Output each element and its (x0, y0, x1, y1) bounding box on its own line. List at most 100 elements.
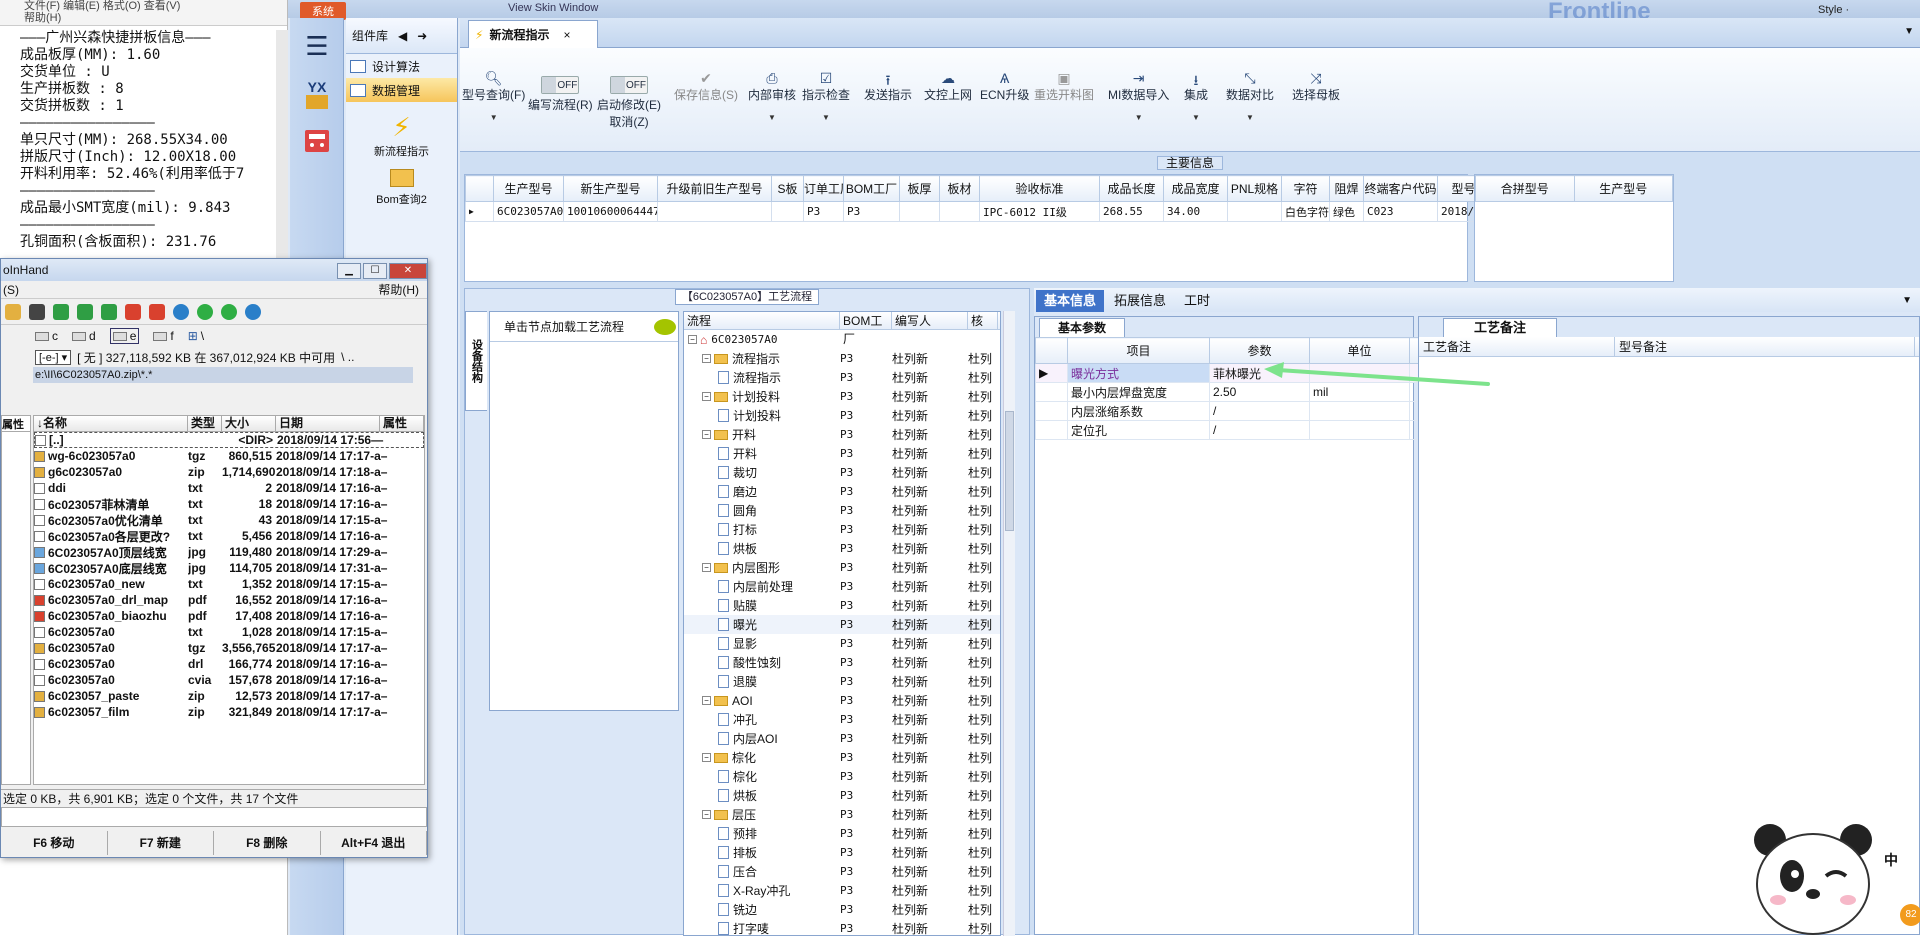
k-icon[interactable] (221, 303, 237, 320)
model-query-button[interactable]: 🔍︎ 型号查询(F) ▼ (462, 70, 525, 122)
browser-icon[interactable] (173, 303, 189, 320)
file-row[interactable]: 6c023057a0 drl 166,774 2018/09/14 17:16-a– (34, 656, 424, 672)
notepad-scrollbar[interactable] (276, 30, 288, 290)
col-header[interactable]: 订单工厂 (803, 175, 844, 202)
col-header[interactable]: 成品长度 (1099, 175, 1164, 202)
close-icon[interactable]: × (563, 28, 570, 42)
col-header[interactable]: 验收标准 (979, 175, 1100, 202)
grid-cell[interactable]: 268.55 (1099, 201, 1164, 222)
file-row[interactable]: 6c023057a0优化清单 txt 43 2018/09/14 17:15-a– (34, 512, 424, 528)
file-row[interactable]: wg-6c023057a0 tgz 860,515 2018/09/14 17:17-… (34, 448, 424, 464)
col-header[interactable]: 升级前旧生产型号 (657, 175, 772, 202)
tree-node[interactable]: 预排 P3 杜列新 杜列 (684, 824, 1000, 843)
tree-root[interactable]: − ⌂ 6C023057A0 (684, 330, 1000, 349)
close-button[interactable]: ✕ (389, 262, 427, 279)
tree-node[interactable]: − 计划投料 P3 杜列新 杜列 (684, 387, 1000, 406)
tree-node[interactable]: − 层压 P3 杜列新 杜列 (684, 805, 1000, 824)
start-modify-toggle[interactable]: OFF 启动修改(E) 取消(Z) (597, 76, 661, 130)
collapse-icon[interactable]: − (702, 392, 711, 401)
toggle-switch[interactable]: OFF (610, 76, 648, 94)
file-row[interactable]: [..] <DIR> 2018/09/14 17:56— (34, 432, 424, 448)
grid-cell[interactable]: 绿色 (1329, 201, 1364, 222)
tree-node[interactable]: 内层前处理 P3 杜列新 杜列 (684, 577, 1000, 596)
comp-item-algorithm[interactable]: 设计算法 (346, 54, 457, 78)
collapse-icon[interactable]: ◀ (398, 29, 407, 43)
tree-node[interactable]: 铣边 P3 杜列新 杜列 (684, 900, 1000, 919)
tree-scrollbar[interactable] (1003, 311, 1015, 936)
drive-d[interactable]: d (72, 329, 96, 343)
file-row[interactable]: g6c023057a0 zip 1,714,690 2018/09/14 17:18-… (34, 464, 424, 480)
grid-cell[interactable]: C023 (1363, 201, 1438, 222)
col-header[interactable]: 字符 (1281, 175, 1330, 202)
col-attr[interactable]: 属性 (380, 416, 424, 431)
ecn-upgrade-button[interactable]: Ѧ ECN升级 (980, 70, 1029, 103)
collapse-icon[interactable]: − (702, 696, 711, 705)
drive-network[interactable]: ⊞ \ (188, 329, 204, 343)
bom-query-button[interactable]: Bom查询2 (346, 169, 457, 207)
col-header[interactable]: 成品宽度 (1163, 175, 1228, 202)
col-header[interactable]: PNL规格 (1227, 175, 1282, 202)
title-menu[interactable]: View Skin Window (508, 2, 598, 14)
collapse-icon[interactable]: − (702, 563, 711, 572)
tree-node[interactable]: 打字唛 P3 杜列新 杜列 (684, 919, 1000, 935)
grid-cell[interactable] (899, 201, 940, 222)
left-pane[interactable]: 属性 (1, 415, 31, 785)
reselect-cutting-button[interactable]: ▣ 重选开料图 (1034, 70, 1094, 103)
minimize-button[interactable]: ▁ (337, 262, 361, 279)
col-header[interactable]: 阻焊 (1329, 175, 1364, 202)
file-row[interactable]: 6c023057a0 tgz 3,556,765 2018/09/14 17:17-a… (34, 640, 424, 656)
tab-new-flow[interactable]: ⚡ 新流程指示 × (468, 20, 598, 48)
tree-node[interactable]: 计划投料 P3 杜列新 杜列 (684, 406, 1000, 425)
tree-node[interactable]: 贴膜 P3 杜列新 杜列 (684, 596, 1000, 615)
collapse-icon[interactable]: − (702, 430, 711, 439)
tab-work-hours[interactable]: 工时 (1176, 290, 1218, 312)
file-row[interactable]: 6C023057A0顶层线宽 jpg 119,480 2018/09/14 17:29… (34, 544, 424, 560)
grid-cell[interactable]: 34.00 (1163, 201, 1228, 222)
binoculars-icon[interactable] (29, 303, 45, 320)
tree-node[interactable]: − AOI P3 杜列新 杜列 (684, 691, 1000, 710)
style-label[interactable]: Style · (1818, 4, 1849, 16)
collapse-icon[interactable]: − (688, 335, 697, 344)
tree-node[interactable]: 圆角 P3 杜列新 杜列 (684, 501, 1000, 520)
doc-control-button[interactable]: ☁ 文控上网 (924, 70, 972, 103)
col-size[interactable]: 大小 (222, 416, 276, 431)
tab-basic-info[interactable]: 基本信息 (1036, 290, 1105, 312)
process-tree[interactable]: 流程 BOM工厂 编写人 核 − ⌂ 6C023057A0 − 流程指示 P3 杜列新 杜列… (683, 311, 1001, 936)
excel-icon[interactable] (101, 303, 117, 320)
scroll-thumb[interactable] (1005, 411, 1014, 531)
file-row[interactable]: 6c023057a0_drl_map pdf 16,552 2018/09/14 17… (34, 592, 424, 608)
pin-icon[interactable]: ➜ (417, 29, 427, 43)
main-info-grid[interactable]: 生产型号新生产型号升级前旧生产型号S板订单工厂BOM工厂板厚板材验收标准成品长度… (464, 174, 1538, 282)
calculator-icon[interactable] (297, 122, 337, 162)
notepad-menu[interactable]: 文件(F) 编辑(E) 格式(O) 查看(V) 帮助(H) (0, 0, 287, 26)
chat-bubble-icon[interactable] (654, 318, 677, 335)
grid-cell[interactable]: 10010600064447 (563, 201, 658, 222)
grid-cell[interactable]: 6C023057A0 (493, 201, 564, 222)
tree-node[interactable]: 烘板 P3 杜列新 杜列 (684, 539, 1000, 558)
maximize-button[interactable]: ☐ (363, 262, 387, 279)
grid-cell[interactable] (939, 201, 980, 222)
comp-item-data-mgmt[interactable]: 数据管理 (346, 78, 457, 102)
collapse-icon[interactable]: − (702, 753, 711, 762)
grid-cell[interactable] (657, 201, 772, 222)
file-row[interactable]: 6c023057a0 cvia 157,678 2018/09/14 17:16-a– (34, 672, 424, 688)
col-header[interactable]: 板材 (939, 175, 980, 202)
browser-icon[interactable] (245, 303, 261, 320)
param-value[interactable]: / (1209, 401, 1310, 421)
tree-node[interactable]: 冲孔 P3 杜列新 杜列 (684, 710, 1000, 729)
tab-process-remark[interactable]: 工艺备注 (1443, 318, 1558, 337)
tree-node[interactable]: 曝光 P3 杜列新 杜列 (684, 615, 1000, 634)
alt-f4-exit-button[interactable]: Alt+F4 退出 (321, 831, 427, 855)
file-row[interactable]: 6c023057a0各层更改? txt 5,456 2018/09/14 17:16-… (34, 528, 424, 544)
tree-node[interactable]: 压合 P3 杜列新 杜列 (684, 862, 1000, 881)
table-row[interactable]: 内层涨缩系数 / (1035, 401, 1446, 421)
ime-indicator[interactable]: 中 (1884, 850, 1898, 870)
col-header[interactable]: 终端客户代码 (1363, 175, 1438, 202)
col-header[interactable]: 新生产型号 (563, 175, 658, 202)
tree-node[interactable]: − 流程指示 P3 杜列新 杜列 (684, 349, 1000, 368)
current-path[interactable]: e:\II\6C023057A0.zip\*.* (33, 367, 413, 383)
tree-node[interactable]: 流程指示 P3 杜列新 杜列 (684, 368, 1000, 387)
grid-cell[interactable]: P3 (803, 201, 844, 222)
drive-f[interactable]: f (153, 329, 174, 343)
tree-node[interactable]: X-Ray冲孔 P3 杜列新 杜列 (684, 881, 1000, 900)
